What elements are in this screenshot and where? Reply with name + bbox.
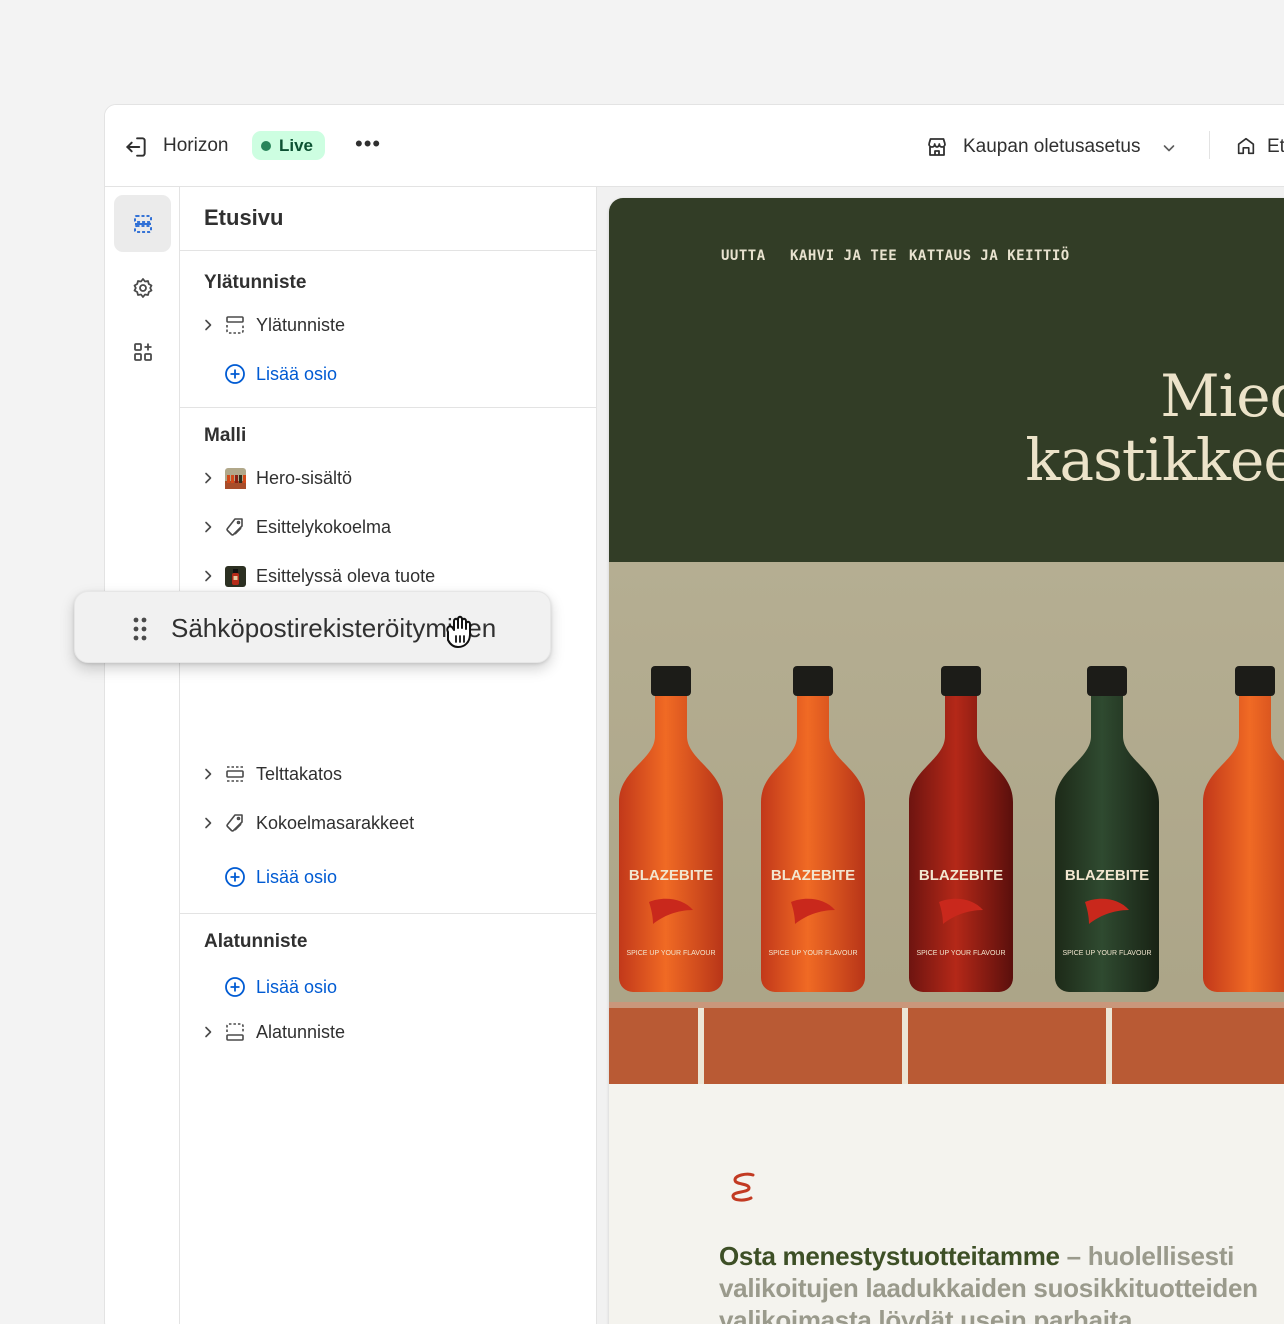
theme-editor-window: Horizon Live ••• Kaupan oletusasetus Et [104, 104, 1284, 1324]
chevron-down-icon[interactable] [1161, 140, 1177, 156]
group-divider [180, 913, 596, 914]
section-label: Kokoelmasarakkeet [256, 812, 415, 833]
chevron-right-icon[interactable] [200, 519, 216, 535]
exit-icon[interactable] [123, 134, 149, 160]
store-nav-item[interactable]: KAHVI JA TEE [790, 248, 897, 264]
theme-name: Horizon [163, 135, 229, 156]
page-title: Etusivu [204, 205, 284, 230]
group-title-footer: Alatunniste [204, 931, 308, 952]
section-item-hero[interactable]: Hero-sisältö [180, 458, 596, 498]
chevron-right-icon[interactable] [200, 317, 216, 333]
tag-icon [224, 812, 246, 834]
section-item-featured-product[interactable]: Esittelyssä oleva tuote [180, 556, 596, 596]
dragged-section-item[interactable]: Sähköpostirekisteröityminen [74, 591, 551, 663]
bottle-tagline-text: SPICE UP YOUR FLAVOUR [768, 950, 857, 957]
gear-icon [133, 277, 152, 298]
section-item-collection-list[interactable]: Kokoelmasarakkeet [180, 803, 596, 843]
section-item-footer[interactable]: Alatunniste [180, 1012, 596, 1052]
chevron-right-icon[interactable] [200, 1024, 216, 1040]
section-label: Esittelykokoelma [256, 516, 392, 537]
chevron-right-icon[interactable] [200, 470, 216, 486]
hero-product-image: BLAZEBITE SPICE UP YOUR FLAVOUR BLAZEBIT… [609, 562, 1284, 1084]
chevron-right-icon[interactable] [200, 815, 216, 831]
footer-layout-icon [224, 1021, 246, 1043]
section-label: Esittelyssä oleva tuote [256, 565, 436, 586]
sections-sidebar: Etusivu Ylätunniste Ylätunniste Lisää os… [180, 187, 597, 1324]
product-thumbnail-icon [224, 565, 246, 587]
grab-cursor-icon [446, 615, 471, 648]
image-thumbnail-icon [224, 467, 246, 489]
add-section-button-header[interactable]: Lisää osio [224, 359, 337, 389]
bottle-label-text: BLAZEBITE [1065, 867, 1149, 884]
live-dot-icon [261, 140, 271, 151]
sidebar-header: Etusivu [180, 187, 596, 251]
bottle-label-text: BLAZEBITE [919, 867, 1003, 884]
store-nav-item[interactable]: UUTTA [721, 248, 766, 264]
section-item-header[interactable]: Ylätunniste [180, 305, 596, 345]
plus-circle-icon [225, 977, 245, 997]
bottle-label-text: BLAZEBITE [629, 867, 713, 884]
marquee-icon [224, 763, 246, 785]
settings-rail-button[interactable] [114, 259, 171, 316]
add-section-button-footer[interactable]: Lisää osio [224, 972, 337, 1002]
topbar-divider [1209, 131, 1210, 159]
add-section-label: Lisää osio [256, 976, 338, 997]
home-icon [1237, 137, 1255, 155]
section-label: Ylätunniste [256, 314, 346, 335]
section-label: Hero-sisältö [256, 467, 353, 488]
hero-heading: Miede kastikkeet [1025, 364, 1284, 492]
hot-sauce-bottles-image: BLAZEBITE SPICE UP YOUR FLAVOUR BLAZEBIT… [609, 666, 1284, 1084]
add-section-button-template[interactable]: Lisää osio [224, 862, 337, 892]
bottle-tagline-text: SPICE UP YOUR FLAVOUR [626, 950, 715, 957]
apps-rail-button[interactable] [114, 323, 171, 380]
intro-section: Osta menestystuotteitamme – huolellisest… [609, 1084, 1284, 1324]
store-setting-select[interactable]: Kaupan oletusasetus [963, 136, 1140, 158]
section-item-marquee[interactable]: Telttakatos [180, 754, 596, 794]
header-layout-icon [224, 314, 246, 336]
hero-heading-line: kastikkeet [1025, 426, 1284, 494]
chevron-right-icon[interactable] [200, 766, 216, 782]
store-nav-item[interactable]: KATTAUS JA KEITTIÖ [909, 248, 1070, 264]
left-rail [105, 187, 180, 1324]
add-section-label: Lisää osio [256, 866, 338, 887]
page-select[interactable]: Et [1267, 136, 1284, 158]
intro-text: Osta menestystuotteitamme – huolellisest… [719, 1240, 1279, 1324]
live-status-badge: Live [252, 131, 326, 160]
bottle-label-text: BLAZEBITE [771, 867, 855, 884]
add-block-icon [133, 342, 152, 361]
bottle-tagline-text: SPICE UP YOUR FLAVOUR [1062, 950, 1151, 957]
hero-heading-line: Miede [1160, 362, 1284, 430]
more-actions-button[interactable]: ••• [355, 133, 381, 155]
section-item-featured-collection[interactable]: Esittelykokoelma [180, 507, 596, 547]
group-divider [180, 407, 596, 408]
live-badge-label: Live [279, 135, 314, 155]
preview-canvas: UUTTA KAHVI JA TEE KATTAUS JA KEITTIÖ Mi… [609, 198, 1284, 1324]
section-label: Alatunniste [256, 1021, 346, 1042]
plus-circle-icon [225, 867, 245, 887]
drag-handle-icon[interactable] [131, 616, 149, 642]
group-title-template: Malli [204, 425, 247, 446]
chevron-right-icon[interactable] [200, 568, 216, 584]
bottle-tagline-text: SPICE UP YOUR FLAVOUR [916, 950, 1005, 957]
hero-banner: UUTTA KAHVI JA TEE KATTAUS JA KEITTIÖ Mi… [609, 198, 1284, 562]
storefront-preview: UUTTA KAHVI JA TEE KATTAUS JA KEITTIÖ Mi… [597, 187, 1284, 1324]
sections-icon [133, 214, 152, 233]
sections-rail-button[interactable] [114, 195, 171, 252]
chili-swirl-icon [731, 1172, 755, 1202]
add-section-label: Lisää osio [256, 363, 338, 384]
section-label: Telttakatos [256, 763, 343, 784]
store-icon [928, 138, 946, 156]
plus-circle-icon [225, 364, 245, 384]
group-title-header: Ylätunniste [204, 272, 307, 293]
top-bar: Horizon Live ••• Kaupan oletusasetus Et [105, 105, 1284, 187]
tag-icon [224, 516, 246, 538]
intro-highlight: Osta menestystuotteitamme [719, 1241, 1060, 1271]
